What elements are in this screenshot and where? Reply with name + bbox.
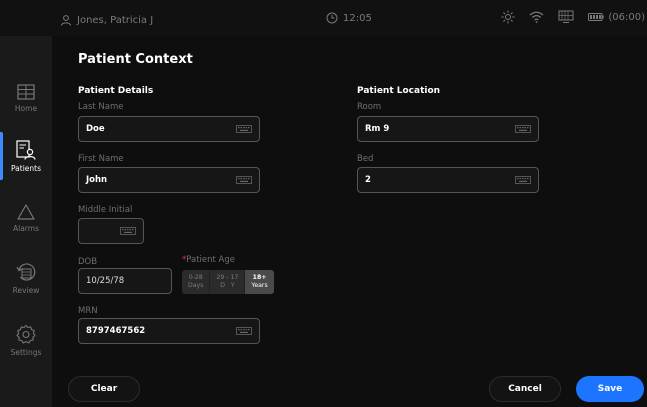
bed-value: 2 [365, 175, 371, 185]
page-title: Patient Context [78, 52, 193, 67]
first-name-label: First Name [78, 154, 124, 164]
status-patient: Jones, Patricia J [60, 12, 153, 28]
nav-settings[interactable]: Settings [0, 312, 52, 368]
nav-review[interactable]: Review [0, 250, 52, 306]
review-icon [16, 262, 36, 281]
bed-field[interactable]: 2 [357, 167, 539, 193]
status-icons: (06:00) [501, 10, 645, 24]
age-option-days-unit: Days [188, 282, 204, 289]
patient-age-selector: 0-28 Days 29 - 17 D Y 18+ Years [182, 270, 274, 294]
save-button[interactable]: Save [576, 376, 644, 402]
sidebar: Home Patients Alarms Review Settings [0, 36, 52, 407]
bed-label: Bed [357, 154, 374, 164]
middle-initial-label: Middle Initial [78, 205, 133, 215]
nav-home[interactable]: Home [0, 70, 52, 126]
first-name-field[interactable]: John [78, 167, 260, 193]
battery-icon [588, 13, 605, 21]
first-name-value: John [86, 175, 108, 185]
nav-patients-label: Patients [10, 163, 42, 173]
keyboard-icon[interactable] [236, 327, 252, 335]
room-label: Room [357, 102, 382, 112]
middle-initial-field[interactable] [78, 218, 144, 244]
patient-list-icon [16, 139, 36, 160]
clock-icon [326, 12, 338, 24]
mrn-field[interactable]: 8797467562 [78, 318, 260, 344]
triangle-alarm-icon [17, 203, 35, 220]
dob-label: DOB [78, 257, 98, 267]
status-bar: Jones, Patricia J 12:05 (06:00) [0, 0, 647, 36]
room-value: Rm 9 [365, 124, 390, 134]
nav-settings-label: Settings [10, 347, 42, 357]
dob-field[interactable]: 10/25/78 [78, 268, 172, 294]
patient-name: Jones, Patricia J [77, 14, 154, 26]
status-clock: 12:05 [326, 12, 372, 24]
mrn-label: MRN [78, 306, 98, 316]
grid-icon [17, 83, 35, 100]
age-option-years[interactable]: 18+ Years [245, 270, 274, 294]
time-display: 12:05 [343, 12, 372, 24]
age-option-mid-range: 29 - 17 [216, 274, 239, 281]
age-option-years-unit: Years [251, 282, 268, 289]
age-option-mid-unit: D Y [220, 282, 235, 289]
last-name-value: Doe [86, 124, 105, 134]
mrn-value: 8797467562 [86, 326, 146, 336]
monitor-icon[interactable] [558, 10, 574, 24]
room-field[interactable]: Rm 9 [357, 116, 539, 142]
patient-location-title: Patient Location [357, 86, 441, 96]
age-option-days-range: 0-28 [188, 274, 203, 281]
patient-age-label: *Patient Age [182, 255, 235, 265]
gear-icon [16, 324, 36, 343]
keyboard-icon[interactable] [236, 125, 252, 133]
age-option-years-range: 18+ [252, 274, 267, 281]
keyboard-icon[interactable] [515, 176, 531, 184]
age-option-days-years[interactable]: 29 - 17 D Y [210, 270, 246, 294]
nav-review-label: Review [12, 285, 40, 295]
clear-button[interactable]: Clear [68, 376, 140, 402]
battery-status: (06:00) [588, 12, 645, 23]
age-option-days[interactable]: 0-28 Days [182, 270, 211, 294]
last-name-field[interactable]: Doe [78, 116, 260, 142]
nav-alarms[interactable]: Alarms [0, 190, 52, 246]
patient-age-label-text: Patient Age [186, 255, 235, 265]
brightness-icon[interactable] [501, 10, 515, 24]
keyboard-icon[interactable] [515, 125, 531, 133]
nav-patients[interactable]: Patients [0, 128, 52, 184]
user-icon [61, 15, 71, 26]
wifi-icon[interactable] [529, 11, 544, 23]
keyboard-icon[interactable] [120, 227, 136, 235]
last-name-label: Last Name [78, 102, 124, 112]
battery-time: (06:00) [608, 11, 645, 23]
patient-details-title: Patient Details [78, 86, 154, 96]
nav-alarms-label: Alarms [13, 223, 39, 233]
nav-home-label: Home [14, 103, 38, 113]
cancel-button[interactable]: Cancel [489, 376, 561, 402]
dob-value: 10/25/78 [86, 276, 125, 286]
main-content: Patient Context Patient Details Last Nam… [52, 36, 647, 407]
keyboard-icon[interactable] [236, 176, 252, 184]
